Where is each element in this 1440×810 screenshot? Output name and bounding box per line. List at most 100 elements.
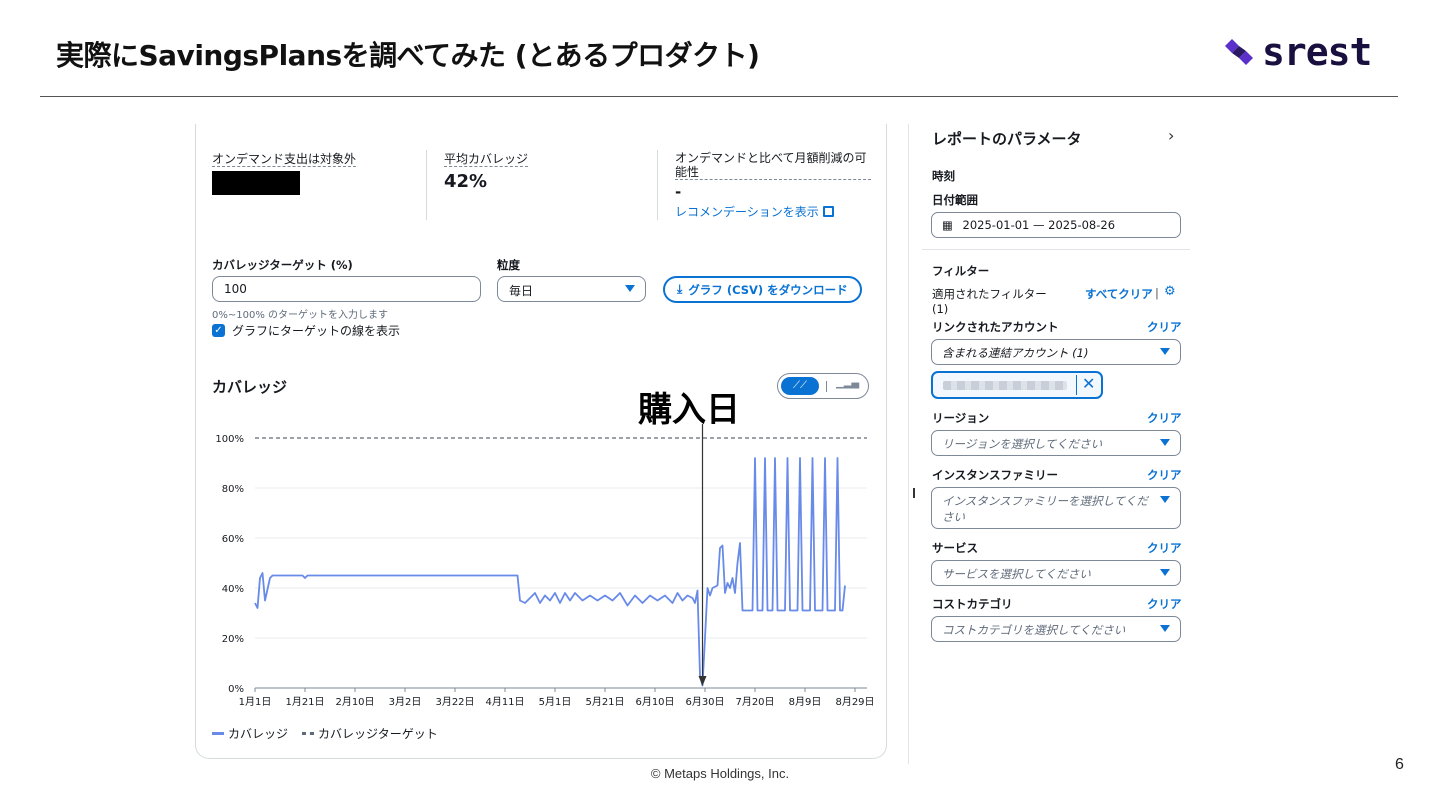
show-target-checkbox[interactable]: ✓ [212, 324, 225, 337]
avg-coverage-value: 42% [444, 171, 488, 192]
applied-filters-label: 適用されたフィルター [932, 287, 1047, 301]
x-tick-label: 8月9日 [789, 696, 822, 708]
instance-family-placeholder-2: さい [942, 510, 965, 524]
x-tick-label: 3月2日 [389, 696, 422, 708]
service-clear[interactable]: クリア [1147, 540, 1182, 556]
coverage-series-line [254, 457, 846, 687]
download-csv-button[interactable]: ⤓ グラフ (CSV) をダウンロード [663, 276, 862, 303]
avg-coverage-metric: 平均カバレッジ 42% [444, 152, 529, 192]
linked-account-value: 含まれる連結アカウント (1) [942, 346, 1089, 360]
x-tick-label: 3月22日 [435, 696, 474, 708]
target-label: カバレッジターゲット (%) [212, 258, 353, 272]
cost-category-placeholder: コストカテゴリを選択してください [942, 623, 1126, 637]
line-chart-icon[interactable]: ⟋⟋ [781, 377, 819, 395]
resize-handle[interactable] [913, 488, 915, 498]
calendar-icon: ▦ [942, 218, 953, 232]
show-target-label: グラフにターゲットの線を表示 [232, 324, 401, 338]
selected-account-token: ✕ [931, 371, 1103, 399]
panel-divider [908, 124, 909, 764]
caret-down-icon [1160, 348, 1170, 355]
instance-family-clear[interactable]: クリア [1147, 467, 1182, 483]
logo-mark-icon [1225, 39, 1253, 65]
time-heading: 時刻 [932, 169, 955, 183]
region-placeholder: リージョンを選択してください [942, 437, 1103, 451]
y-tick-label: 60% [222, 534, 244, 545]
avg-coverage-label[interactable]: 平均カバレッジ [444, 152, 529, 167]
linked-account-clear[interactable]: クリア [1147, 319, 1182, 335]
caret-down-icon [1160, 496, 1170, 503]
caret-down-icon [1160, 569, 1170, 576]
date-range-label: 日付範囲 [932, 193, 978, 207]
blurred-account-id [943, 381, 1067, 390]
instance-family-placeholder-1: インスタンスファミリーを選択してくだ [942, 494, 1148, 508]
y-tick-label: 80% [222, 484, 244, 495]
copyright-footer: © Metaps Holdings, Inc. [650, 766, 790, 781]
region-label: リージョン [932, 411, 990, 425]
cost-category-label: コストカテゴリ [932, 597, 1013, 611]
service-placeholder: サービスを選択してください [942, 567, 1091, 581]
x-tick-label: 7月20日 [735, 696, 774, 708]
bar-chart-icon[interactable]: ▁▂▄ [836, 378, 859, 389]
ondemand-metric: オンデマンド支出は対象外 [212, 152, 357, 195]
x-tick-label: 4月11日 [485, 696, 524, 708]
y-tick-label: 0% [228, 684, 244, 695]
redacted-value [212, 171, 300, 195]
service-select[interactable]: サービスを選択してください [931, 560, 1181, 586]
service-label: サービス [932, 541, 978, 555]
page-number: 6 [1395, 756, 1404, 773]
arrow-head-icon [698, 676, 707, 686]
settings-gear-icon[interactable]: ⚙ [1164, 284, 1176, 299]
panel-title: レポートのパラメータ [932, 130, 1082, 148]
savings-value: - [675, 183, 682, 201]
granularity-select[interactable]: 毎日 [497, 276, 646, 302]
srest-logo: srest [1222, 30, 1372, 74]
caret-down-icon [625, 285, 635, 292]
date-range-picker[interactable]: ▦ 2025-01-01 — 2025-08-26 [931, 212, 1181, 238]
savings-label-line1: オンデマンドと比べて月額削減の可 [675, 151, 867, 165]
granularity-label: 粒度 [497, 258, 520, 272]
y-tick-label: 20% [222, 634, 244, 645]
linked-account-label: リンクされたアカウント [932, 320, 1059, 334]
target-input[interactable]: 100 [212, 276, 481, 302]
panel-section-divider [922, 249, 1190, 250]
recommendation-link[interactable]: レコメンデーションを表示 [675, 205, 819, 219]
chart-heading: カバレッジ [212, 378, 288, 396]
external-link-icon [822, 206, 834, 217]
x-tick-label: 5月21日 [585, 696, 624, 708]
applied-filters-count: (1) [932, 302, 949, 316]
clear-all-link[interactable]: すべてクリア [1085, 286, 1153, 302]
target-hint: 0%~100% のターゲットを入力します [212, 310, 389, 321]
savings-metric: オンデマンドと比べて月額削減の可 能性 - レコメンデーションを表示 [675, 151, 871, 220]
y-tick-label: 100% [215, 434, 244, 445]
savings-label-line2: 能性 [675, 165, 871, 180]
cost-category-select[interactable]: コストカテゴリを選択してください [931, 616, 1181, 642]
chart-legend: カバレッジ カバレッジターゲット [212, 725, 438, 742]
linked-account-select[interactable]: 含まれる連結アカウント (1) [931, 339, 1181, 365]
date-range-value: 2025-01-01 — 2025-08-26 [962, 218, 1116, 232]
token-divider [1076, 375, 1077, 395]
chevron-right-icon[interactable]: › [1168, 126, 1174, 145]
instance-family-label: インスタンスファミリー [932, 468, 1059, 482]
download-icon: ⤓ [677, 282, 683, 296]
caret-down-icon [1160, 439, 1170, 446]
caret-down-icon [1160, 625, 1170, 632]
x-tick-label: 6月30日 [685, 696, 724, 708]
cost-category-clear[interactable]: クリア [1147, 596, 1182, 612]
legend-target: カバレッジターゲット [302, 725, 438, 742]
metric-divider [657, 150, 658, 220]
toggle-divider [826, 381, 827, 392]
metric-divider [426, 150, 427, 220]
x-tick-label: 8月29日 [835, 696, 874, 708]
download-label: グラフ (CSV) をダウンロード [688, 282, 848, 297]
region-clear[interactable]: クリア [1147, 410, 1182, 426]
slide-title: 実際にSavingsPlansを調べてみた (とあるプロダクト) [56, 39, 760, 72]
close-icon[interactable]: ✕ [1082, 374, 1095, 393]
ondemand-label[interactable]: オンデマンド支出は対象外 [212, 152, 357, 167]
instance-family-select[interactable]: インスタンスファミリーを選択してくだ さい [931, 487, 1181, 529]
title-divider [40, 96, 1398, 97]
granularity-value: 毎日 [509, 284, 534, 298]
purchase-date-annotation: 購入日 [638, 390, 740, 430]
region-select[interactable]: リージョンを選択してください [931, 430, 1181, 456]
x-tick-label: 2月10日 [335, 696, 374, 708]
chart-type-toggle[interactable]: ⟋⟋ ▁▂▄ [777, 373, 869, 399]
